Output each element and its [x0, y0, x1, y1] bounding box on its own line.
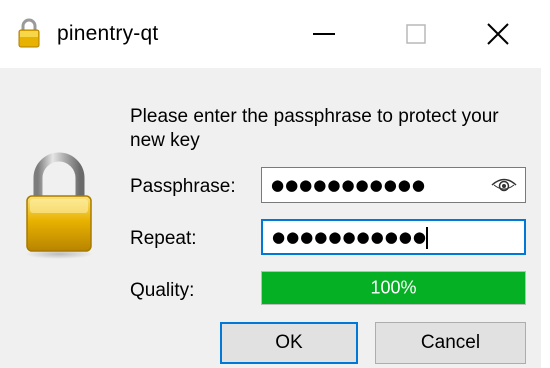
- title-bar[interactable]: pinentry-qt: [0, 0, 550, 68]
- eye-icon[interactable]: [491, 176, 517, 194]
- repeat-value: ●●●●●●●●●●●: [272, 228, 427, 246]
- ok-button[interactable]: OK: [220, 322, 358, 364]
- close-icon: [487, 23, 509, 45]
- repeat-label: Repeat:: [130, 228, 197, 249]
- padlock-icon: [25, 152, 93, 259]
- dialog-body: Please enter the passphrase to protect y…: [0, 68, 550, 368]
- maximize-icon: [406, 24, 426, 44]
- window-title: pinentry-qt: [57, 22, 159, 45]
- text-caret: [426, 227, 428, 249]
- repeat-field[interactable]: ●●●●●●●●●●●: [261, 219, 526, 255]
- cancel-button[interactable]: Cancel: [375, 322, 526, 364]
- padlock-icon: [18, 18, 40, 48]
- passphrase-label: Passphrase:: [130, 176, 236, 197]
- quality-label: Quality:: [130, 280, 195, 301]
- close-button[interactable]: [470, 0, 526, 68]
- maximize-button[interactable]: [388, 0, 444, 68]
- passphrase-field[interactable]: ●●●●●●●●●●●: [261, 167, 526, 203]
- passphrase-value: ●●●●●●●●●●●: [271, 176, 426, 194]
- prompt-text: Please enter the passphrase to protect y…: [130, 106, 499, 151]
- minimize-button[interactable]: [296, 0, 352, 68]
- quality-value: 100%: [370, 277, 417, 298]
- quality-progress-bar: 100%: [261, 271, 526, 305]
- minimize-icon: [313, 33, 335, 35]
